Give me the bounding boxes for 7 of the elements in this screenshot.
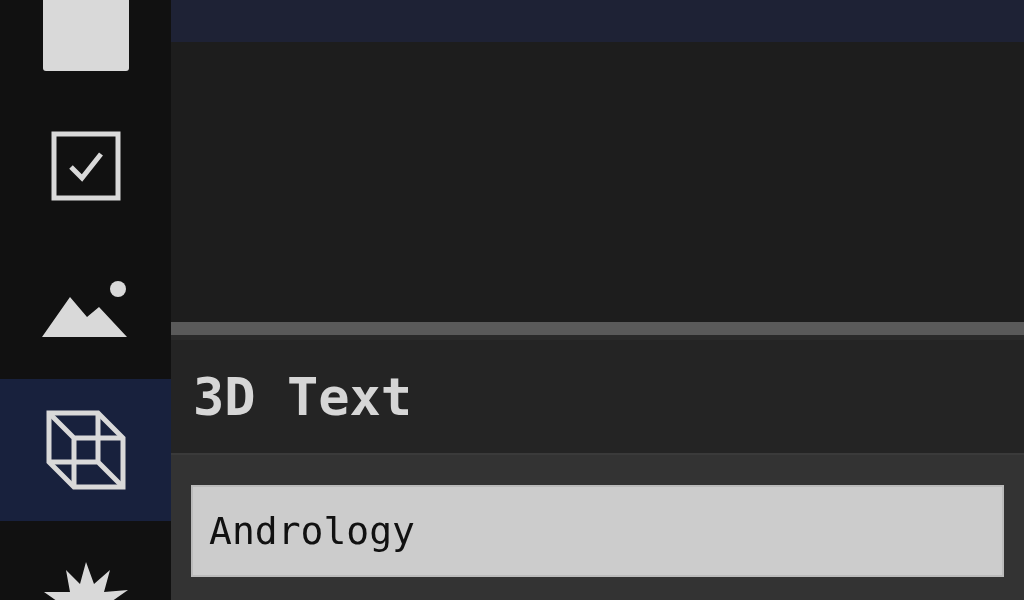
- image-icon: [41, 279, 130, 337]
- cube-icon: [45, 410, 126, 490]
- checkbox-icon: [50, 131, 121, 201]
- splitter-handle[interactable]: [171, 322, 1024, 335]
- text-field[interactable]: Andrology: [191, 485, 1004, 577]
- panel-heading: 3D Text: [193, 365, 413, 429]
- sidebar-item[interactable]: [0, 379, 171, 521]
